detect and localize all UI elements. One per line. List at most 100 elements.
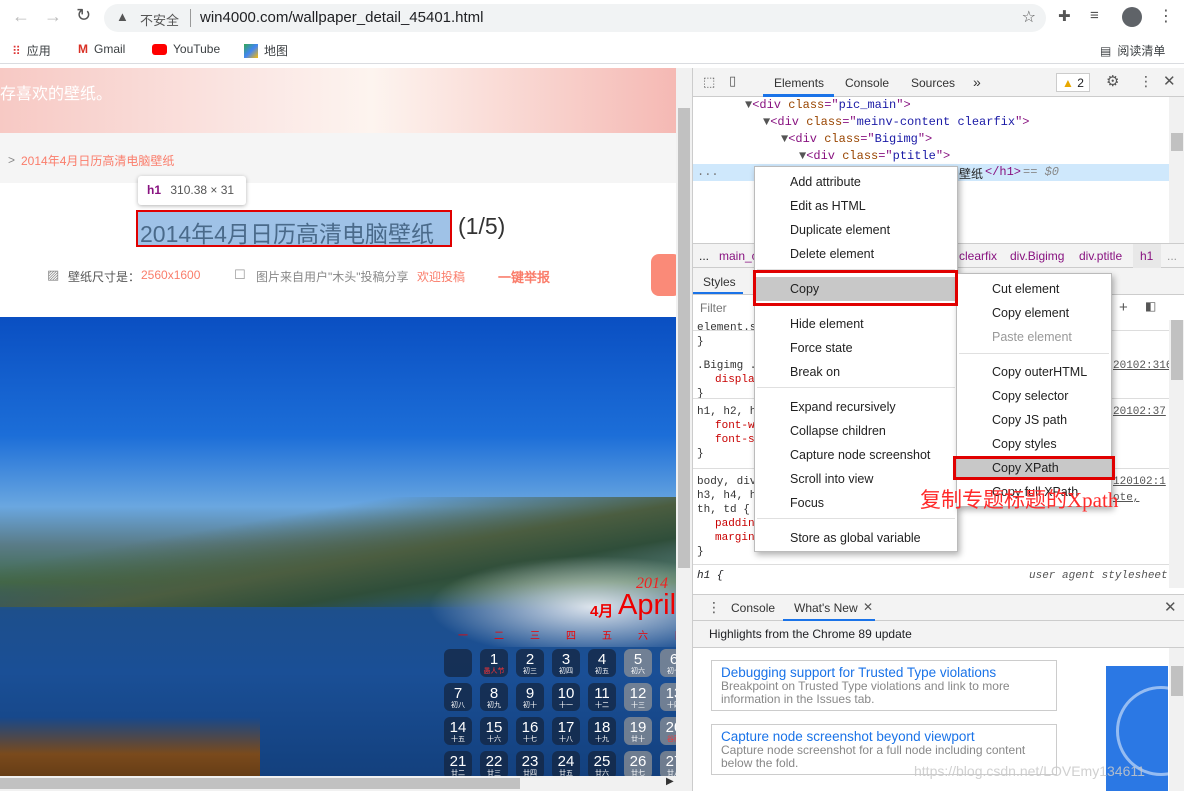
rule-source-link[interactable]: 20102:316 — [1113, 360, 1172, 372]
menu-item-capture-node-screenshot[interactable]: Capture node screenshot — [755, 443, 957, 467]
submenu-item-paste-element[interactable]: Paste element — [957, 325, 1111, 349]
day-number: 12 — [629, 685, 647, 702]
day-number: 11 — [594, 685, 610, 702]
node-tag: <div — [806, 149, 843, 163]
style-rule-line: } — [697, 546, 704, 558]
rule-source-link[interactable]: 120102:1 — [1113, 476, 1166, 488]
menu-separator — [757, 518, 955, 519]
star-icon[interactable]: ☆ — [1022, 7, 1036, 27]
bookmark-gmail[interactable]: M Gmail — [78, 42, 125, 56]
extensions-icon[interactable]: ✚ — [1058, 7, 1071, 25]
tab-elements[interactable]: Elements — [774, 76, 824, 90]
styles-scrollbar[interactable] — [1169, 320, 1184, 588]
watermark: https://blog.csdn.net/LOVEmy134611 — [914, 763, 1145, 779]
submenu-item-copy-outerhtml[interactable]: Copy outerHTML — [957, 360, 1111, 384]
menu-item-break-on[interactable]: Break on — [755, 360, 957, 384]
calendar-day: 22 廿三 — [480, 751, 508, 779]
menu-icon[interactable]: ⋮ — [1158, 6, 1174, 26]
scroll-thumb[interactable] — [1171, 133, 1183, 151]
inspect-icon[interactable]: ⬚ — [703, 74, 715, 90]
submenu-item-cut-element[interactable]: Cut element — [957, 277, 1111, 301]
bookmark-maps[interactable]: 地图 — [244, 42, 288, 59]
page-horizontal-scrollbar[interactable]: ▶ — [0, 776, 692, 791]
scroll-right-icon[interactable]: ▶ — [666, 776, 674, 787]
avatar[interactable] — [1122, 7, 1142, 27]
crumb-more[interactable]: ... — [699, 249, 709, 263]
menu-item-force-state[interactable]: Force state — [755, 336, 957, 360]
menu-item-hide-element[interactable]: Hide element — [755, 312, 957, 336]
media-icon[interactable]: ≡ — [1090, 7, 1099, 24]
bookmark-label: 应用 — [26, 44, 51, 58]
close-drawer-icon[interactable]: ✕ — [1164, 598, 1177, 616]
menu-item-collapse-children[interactable]: Collapse children — [755, 419, 957, 443]
style-rule-line: h1, h2, h — [697, 406, 757, 418]
more-tabs-button[interactable]: » — [973, 74, 981, 90]
crumb[interactable]: div.Bigimg — [1010, 249, 1064, 263]
crumb-active[interactable]: h1 — [1133, 244, 1161, 268]
back-icon[interactable]: ← — [12, 6, 30, 27]
reload-icon[interactable]: ↻ — [76, 5, 91, 26]
submenu-item-copy-element[interactable]: Copy element — [957, 301, 1111, 325]
submenu-item-copy-styles[interactable]: Copy styles — [957, 432, 1111, 456]
close-tab-icon[interactable]: ✕ — [863, 600, 873, 614]
style-rule-line: displa — [715, 374, 755, 386]
reading-list[interactable]: ▤ 阅读清单 — [1100, 42, 1165, 59]
tab-styles[interactable]: Styles — [703, 275, 736, 289]
close-devtools-icon[interactable]: ✕ — [1163, 72, 1176, 90]
scroll-thumb[interactable] — [678, 108, 690, 568]
breadcrumb-link[interactable]: 2014年4月日历高清电脑壁纸 — [21, 152, 174, 169]
tab-console[interactable]: Console — [845, 76, 889, 90]
contribute-link[interactable]: 欢迎投稿 — [417, 268, 465, 285]
tree-node[interactable]: ▼<div class="ptitle"> — [799, 149, 950, 163]
drawer-scrollbar[interactable] — [1169, 648, 1184, 791]
tab-whats-new[interactable]: What's New — [794, 601, 858, 615]
menu-item-add-attribute[interactable]: Add attribute — [755, 170, 957, 194]
calendar-day: 17 十八 — [552, 717, 580, 745]
settings-icon[interactable]: ⚙ — [1106, 72, 1119, 90]
drawer-menu-icon[interactable]: ⋮ — [707, 599, 721, 616]
tree-scrollbar[interactable] — [1169, 97, 1184, 243]
day-lunar: 愚人节 — [483, 668, 505, 675]
device-icon[interactable]: ▯ — [729, 73, 736, 89]
tab-console-drawer[interactable]: Console — [731, 601, 775, 615]
whats-new-card[interactable]: Debugging support for Trusted Type viola… — [711, 660, 1057, 711]
breadcrumb-separator: > — [8, 153, 16, 167]
crumb[interactable]: div.ptitle — [1079, 249, 1122, 263]
bookmark-youtube[interactable]: YouTube — [152, 42, 220, 56]
ua-stylesheet: user agent stylesheet — [1029, 570, 1168, 582]
page-vertical-scrollbar[interactable] — [676, 68, 692, 776]
crumb-more[interactable]: ... — [1167, 249, 1177, 263]
tree-node[interactable]: ▼<div class="meinv-content clearfix"> — [763, 115, 1029, 129]
bookmark-apps[interactable]: ⠿ 应用 — [12, 42, 51, 59]
tree-node[interactable]: ▼<div class="pic_main"> — [745, 98, 911, 112]
menu-item-expand-recursively[interactable]: Expand recursively — [755, 395, 957, 419]
report-link[interactable]: 一键举报 — [498, 267, 550, 286]
new-rule-icon[interactable]: + — [1119, 299, 1128, 316]
submenu-item-copy-js-path[interactable]: Copy JS path — [957, 408, 1111, 432]
menu-item-delete-element[interactable]: Delete element — [755, 242, 957, 266]
address-bar[interactable]: ▲ 不安全 win4000.com/wallpaper_detail_45401… — [104, 4, 1046, 32]
crumb[interactable]: clearfix — [959, 249, 997, 263]
tree-node[interactable]: ▼<div class="Bigimg"> — [781, 132, 932, 146]
more-options-icon[interactable]: ⋮ — [1139, 73, 1153, 90]
node-dots[interactable]: ... — [697, 165, 719, 179]
card-title[interactable]: Debugging support for Trusted Type viola… — [721, 665, 1047, 680]
card-title[interactable]: Capture node screenshot beyond viewport — [721, 729, 1047, 744]
style-rule-line: paddin — [715, 518, 755, 530]
rule-source-link[interactable]: 20102:37 — [1113, 406, 1166, 418]
tab-sources[interactable]: Sources — [911, 76, 955, 90]
menu-item-duplicate-element[interactable]: Duplicate element — [755, 218, 957, 242]
url-text[interactable]: win4000.com/wallpaper_detail_45401.html — [200, 9, 484, 26]
menu-item-store-as-global-variable[interactable]: Store as global variable — [755, 526, 957, 550]
forward-icon[interactable]: → — [44, 6, 62, 27]
scroll-thumb[interactable] — [1171, 320, 1183, 380]
toggle-sidebar-icon[interactable]: ◧ — [1145, 299, 1156, 313]
security-label[interactable]: 不安全 — [140, 10, 179, 29]
scroll-thumb[interactable] — [1171, 666, 1183, 696]
day-number: 6 — [669, 651, 676, 668]
warnings-badge[interactable]: ▲ 2 — [1056, 73, 1090, 92]
submenu-item-copy-selector[interactable]: Copy selector — [957, 384, 1111, 408]
menu-item-edit-as-html[interactable]: Edit as HTML — [755, 194, 957, 218]
scroll-thumb[interactable] — [0, 778, 520, 789]
side-button[interactable] — [651, 254, 676, 296]
